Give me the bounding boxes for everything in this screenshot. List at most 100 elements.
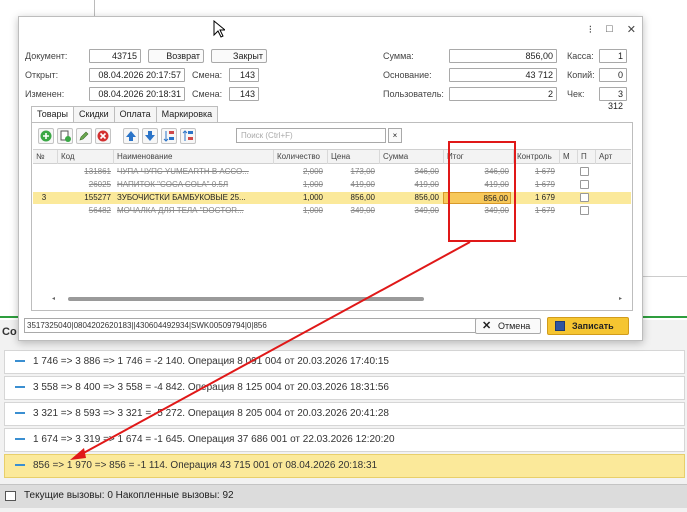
- edit-icon[interactable]: [76, 128, 92, 144]
- changed-label: Изменен:: [25, 89, 65, 99]
- cell-num: [33, 179, 55, 191]
- column-header-price[interactable]: Цена: [327, 150, 379, 164]
- window-controls: ⁝ □ ✕: [589, 23, 636, 36]
- operation-text: 856 => 1 970 => 856 = -1 114. Операция 4…: [33, 460, 378, 471]
- add-icon[interactable]: [38, 128, 54, 144]
- row-checkbox[interactable]: [580, 180, 589, 189]
- cell-code: 155277: [84, 193, 111, 202]
- document-field[interactable]: 43715: [89, 49, 141, 63]
- annotation-highlight-box: [448, 141, 516, 242]
- item-dash-icon: [15, 438, 25, 441]
- cell-name: ЗУБОЧИСТКИ БАМБУКОВЫЕ 25...: [117, 193, 246, 202]
- operation-text: 1 746 => 3 886 => 1 746 = -2 140. Операц…: [33, 356, 389, 367]
- return-button[interactable]: Возврат: [148, 49, 204, 63]
- cell-name: НАПИТОК "COCA COLA" 0.5Л: [117, 180, 229, 189]
- cell-price: 173,00: [350, 167, 375, 176]
- copies-field[interactable]: 0: [599, 68, 627, 82]
- column-header-m[interactable]: М: [559, 150, 577, 164]
- cancel-button[interactable]: ✕ Отмена: [475, 318, 541, 334]
- move-down-icon[interactable]: [142, 128, 158, 144]
- background-divider: [640, 276, 687, 277]
- shift2-field[interactable]: 143: [229, 87, 259, 101]
- scroll-left-icon[interactable]: ◂: [52, 295, 55, 302]
- cell-code: 56482: [88, 206, 111, 215]
- shift-field[interactable]: 143: [229, 68, 259, 82]
- user-label: Пользователь:: [383, 89, 444, 99]
- basis-field[interactable]: 43 712: [449, 68, 557, 82]
- close-icon[interactable]: ✕: [627, 23, 636, 36]
- tab-payment[interactable]: Оплата: [113, 106, 157, 122]
- save-button-label: Записать: [572, 321, 614, 331]
- search-input[interactable]: Поиск (Ctrl+F): [236, 128, 386, 143]
- column-header-sum[interactable]: Сумма: [379, 150, 443, 164]
- table-row[interactable]: 3 155277 ЗУБОЧИСТКИ БАМБУКОВЫЕ 25... 1,000 8…: [33, 192, 631, 204]
- save-button[interactable]: Записать: [547, 317, 629, 335]
- table-row[interactable]: 26025 НАПИТОК "COCA COLA" 0.5Л 1,000 419,00…: [33, 179, 631, 191]
- tab-goods[interactable]: Товары: [31, 106, 74, 123]
- document-label: Документ:: [25, 51, 68, 61]
- search-clear-button[interactable]: ×: [388, 128, 402, 143]
- operation-item[interactable]: 3 321 => 8 593 => 3 321 = -5 272. Операц…: [4, 402, 685, 426]
- cell-price: 856,00: [350, 193, 375, 202]
- barcode-field[interactable]: 3517325040|0804202620183||430604492934|S…: [24, 318, 490, 333]
- operation-item[interactable]: 3 558 => 8 400 => 3 558 = -4 842. Операц…: [4, 376, 685, 400]
- column-header-code[interactable]: Код: [57, 150, 113, 164]
- cell-control: 1 679: [534, 180, 555, 189]
- horizontal-scrollbar[interactable]: ◂ ▸: [52, 295, 622, 303]
- cell-qty: 1,000: [302, 193, 323, 202]
- column-header-control[interactable]: Контроль: [513, 150, 559, 164]
- table-row[interactable]: 56482 МОЧАЛКА ДЛЯ ТЕЛА "DOCTOR... 1,000 349…: [33, 205, 631, 217]
- operation-item[interactable]: 1 674 => 3 319 => 1 674 = -1 645. Операц…: [4, 428, 685, 452]
- operation-item[interactable]: 1 746 => 3 886 => 1 746 = -2 140. Операц…: [4, 350, 685, 374]
- tab-discounts[interactable]: Скидки: [72, 106, 115, 122]
- row-checkbox[interactable]: [580, 167, 589, 176]
- status-text: Текущие вызовы: 0 Накопленные вызовы: 92: [24, 490, 234, 501]
- status-bar: Текущие вызовы: 0 Накопленные вызовы: 92: [0, 484, 687, 508]
- sum-field[interactable]: 856,00: [449, 49, 557, 63]
- opened-field[interactable]: 08.04.2026 20:17:57: [89, 68, 185, 82]
- kassa-field[interactable]: 1: [599, 49, 627, 63]
- tab-marking[interactable]: Маркировка: [155, 106, 219, 122]
- changed-field[interactable]: 08.04.2026 20:18:31: [89, 87, 185, 101]
- cell-num: 3: [41, 193, 47, 202]
- operation-text: 1 674 => 3 319 => 1 674 = -1 645. Операц…: [33, 434, 395, 445]
- table-row[interactable]: 131861 ЧУПА ЧУПС YUMEARTH В АССО... 2,000 1…: [33, 166, 631, 178]
- opened-label: Открыт:: [25, 70, 59, 80]
- closed-button[interactable]: Закрыт: [211, 49, 267, 63]
- check-label: Чек:: [567, 89, 585, 99]
- cell-qty: 1,000: [302, 180, 323, 189]
- user-field[interactable]: 2: [449, 87, 557, 101]
- row-checkbox[interactable]: [580, 206, 589, 215]
- close-icon: ✕: [482, 320, 492, 332]
- column-header-article[interactable]: Арт: [595, 150, 631, 164]
- more-menu-icon[interactable]: ⁝: [589, 23, 593, 36]
- column-header-p[interactable]: П: [577, 150, 595, 164]
- window-icon: [5, 491, 16, 501]
- goods-panel: Поиск (Ctrl+F) × № Код Наименование Коли…: [31, 122, 633, 311]
- operation-item[interactable]: 856 => 1 970 => 856 = -1 114. Операция 4…: [4, 454, 685, 478]
- maximize-icon[interactable]: □: [606, 23, 613, 36]
- sort-ascending-icon[interactable]: [161, 128, 177, 144]
- scroll-thumb[interactable]: [68, 297, 424, 301]
- item-dash-icon: [15, 386, 25, 389]
- grid-toolbar: [38, 128, 196, 144]
- column-header-quantity[interactable]: Количество: [273, 150, 327, 164]
- copies-label: Копий:: [567, 70, 595, 80]
- basis-label: Основание:: [383, 70, 432, 80]
- column-header-name[interactable]: Наименование: [113, 150, 273, 164]
- cell-qty: 1,000: [302, 206, 323, 215]
- check-field[interactable]: 3 312: [599, 87, 627, 111]
- scroll-right-icon[interactable]: ▸: [619, 295, 622, 302]
- item-dash-icon: [15, 464, 25, 467]
- kassa-label: Касса:: [567, 51, 594, 61]
- delete-icon[interactable]: [95, 128, 111, 144]
- cell-price: 349,00: [350, 206, 375, 215]
- sort-descending-icon[interactable]: [180, 128, 196, 144]
- cell-num: [33, 205, 55, 217]
- item-dash-icon: [15, 360, 25, 363]
- move-up-icon[interactable]: [123, 128, 139, 144]
- column-header-number[interactable]: №: [33, 150, 57, 164]
- sum-label: Сумма:: [383, 51, 414, 61]
- copy-icon[interactable]: [57, 128, 73, 144]
- row-checkbox[interactable]: [580, 193, 589, 202]
